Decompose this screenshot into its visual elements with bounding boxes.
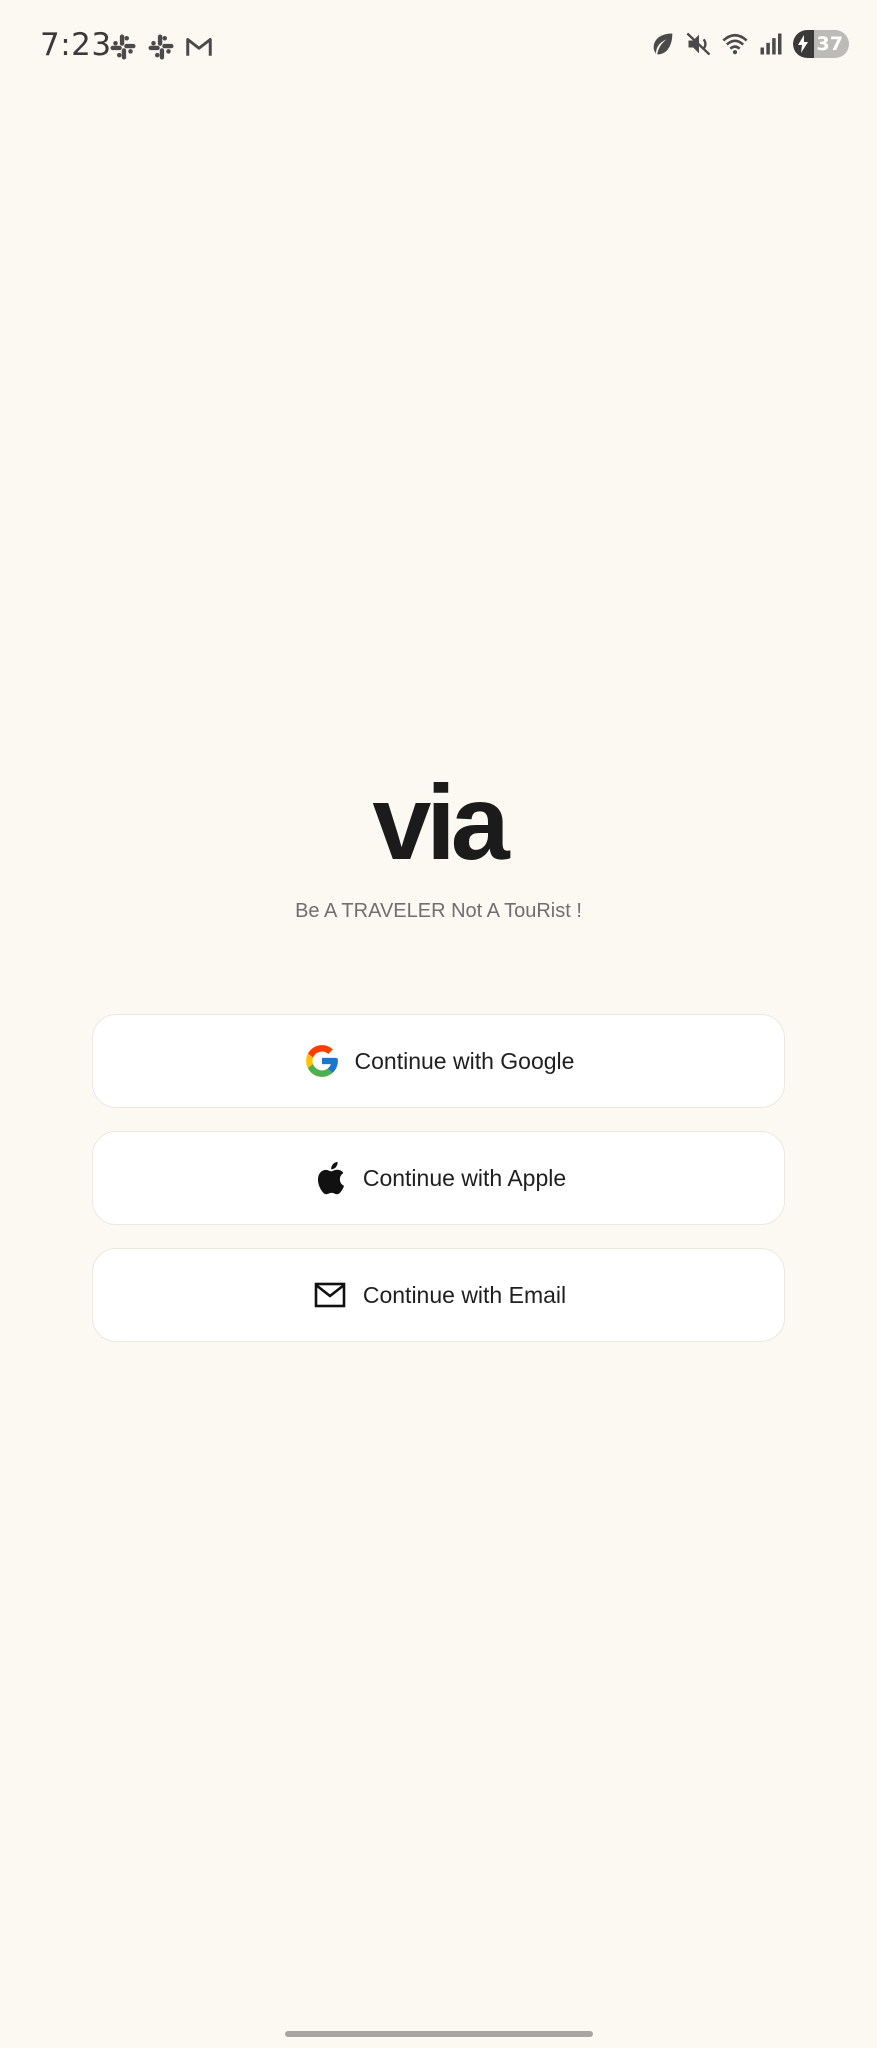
slack-icon bbox=[148, 34, 174, 60]
apple-icon bbox=[311, 1159, 349, 1197]
slack-icon bbox=[110, 34, 136, 60]
system-status-icons: 37 bbox=[649, 30, 849, 58]
battery-percent: 37 bbox=[816, 33, 843, 55]
continue-with-apple-label: Continue with Apple bbox=[362, 1164, 567, 1191]
continue-with-google-button[interactable]: Continue with Google bbox=[92, 1014, 785, 1108]
google-icon bbox=[303, 1042, 341, 1080]
mute-icon bbox=[686, 32, 711, 56]
home-indicator[interactable] bbox=[285, 2031, 593, 2037]
continue-with-email-button[interactable]: Continue with Email bbox=[92, 1248, 785, 1342]
charging-bolt-icon bbox=[798, 35, 808, 53]
app-logo: via bbox=[372, 764, 509, 882]
continue-with-apple-button[interactable]: Continue with Apple bbox=[92, 1131, 785, 1225]
battery-indicator: 37 bbox=[793, 30, 849, 58]
notification-icons bbox=[108, 32, 214, 62]
tagline: Be A TRAVELER Not A TouRist ! bbox=[295, 900, 582, 922]
gmail-icon bbox=[186, 38, 212, 56]
mail-icon bbox=[311, 1276, 349, 1314]
status-time: 7:23 bbox=[40, 27, 112, 63]
leaf-icon bbox=[653, 33, 673, 55]
wifi-icon bbox=[722, 33, 748, 55]
continue-with-google-label: Continue with Google bbox=[354, 1047, 575, 1074]
continue-with-email-label: Continue with Email bbox=[362, 1281, 567, 1308]
signal-icon bbox=[760, 33, 782, 55]
status-bar: 7:23 37 bbox=[0, 0, 877, 92]
